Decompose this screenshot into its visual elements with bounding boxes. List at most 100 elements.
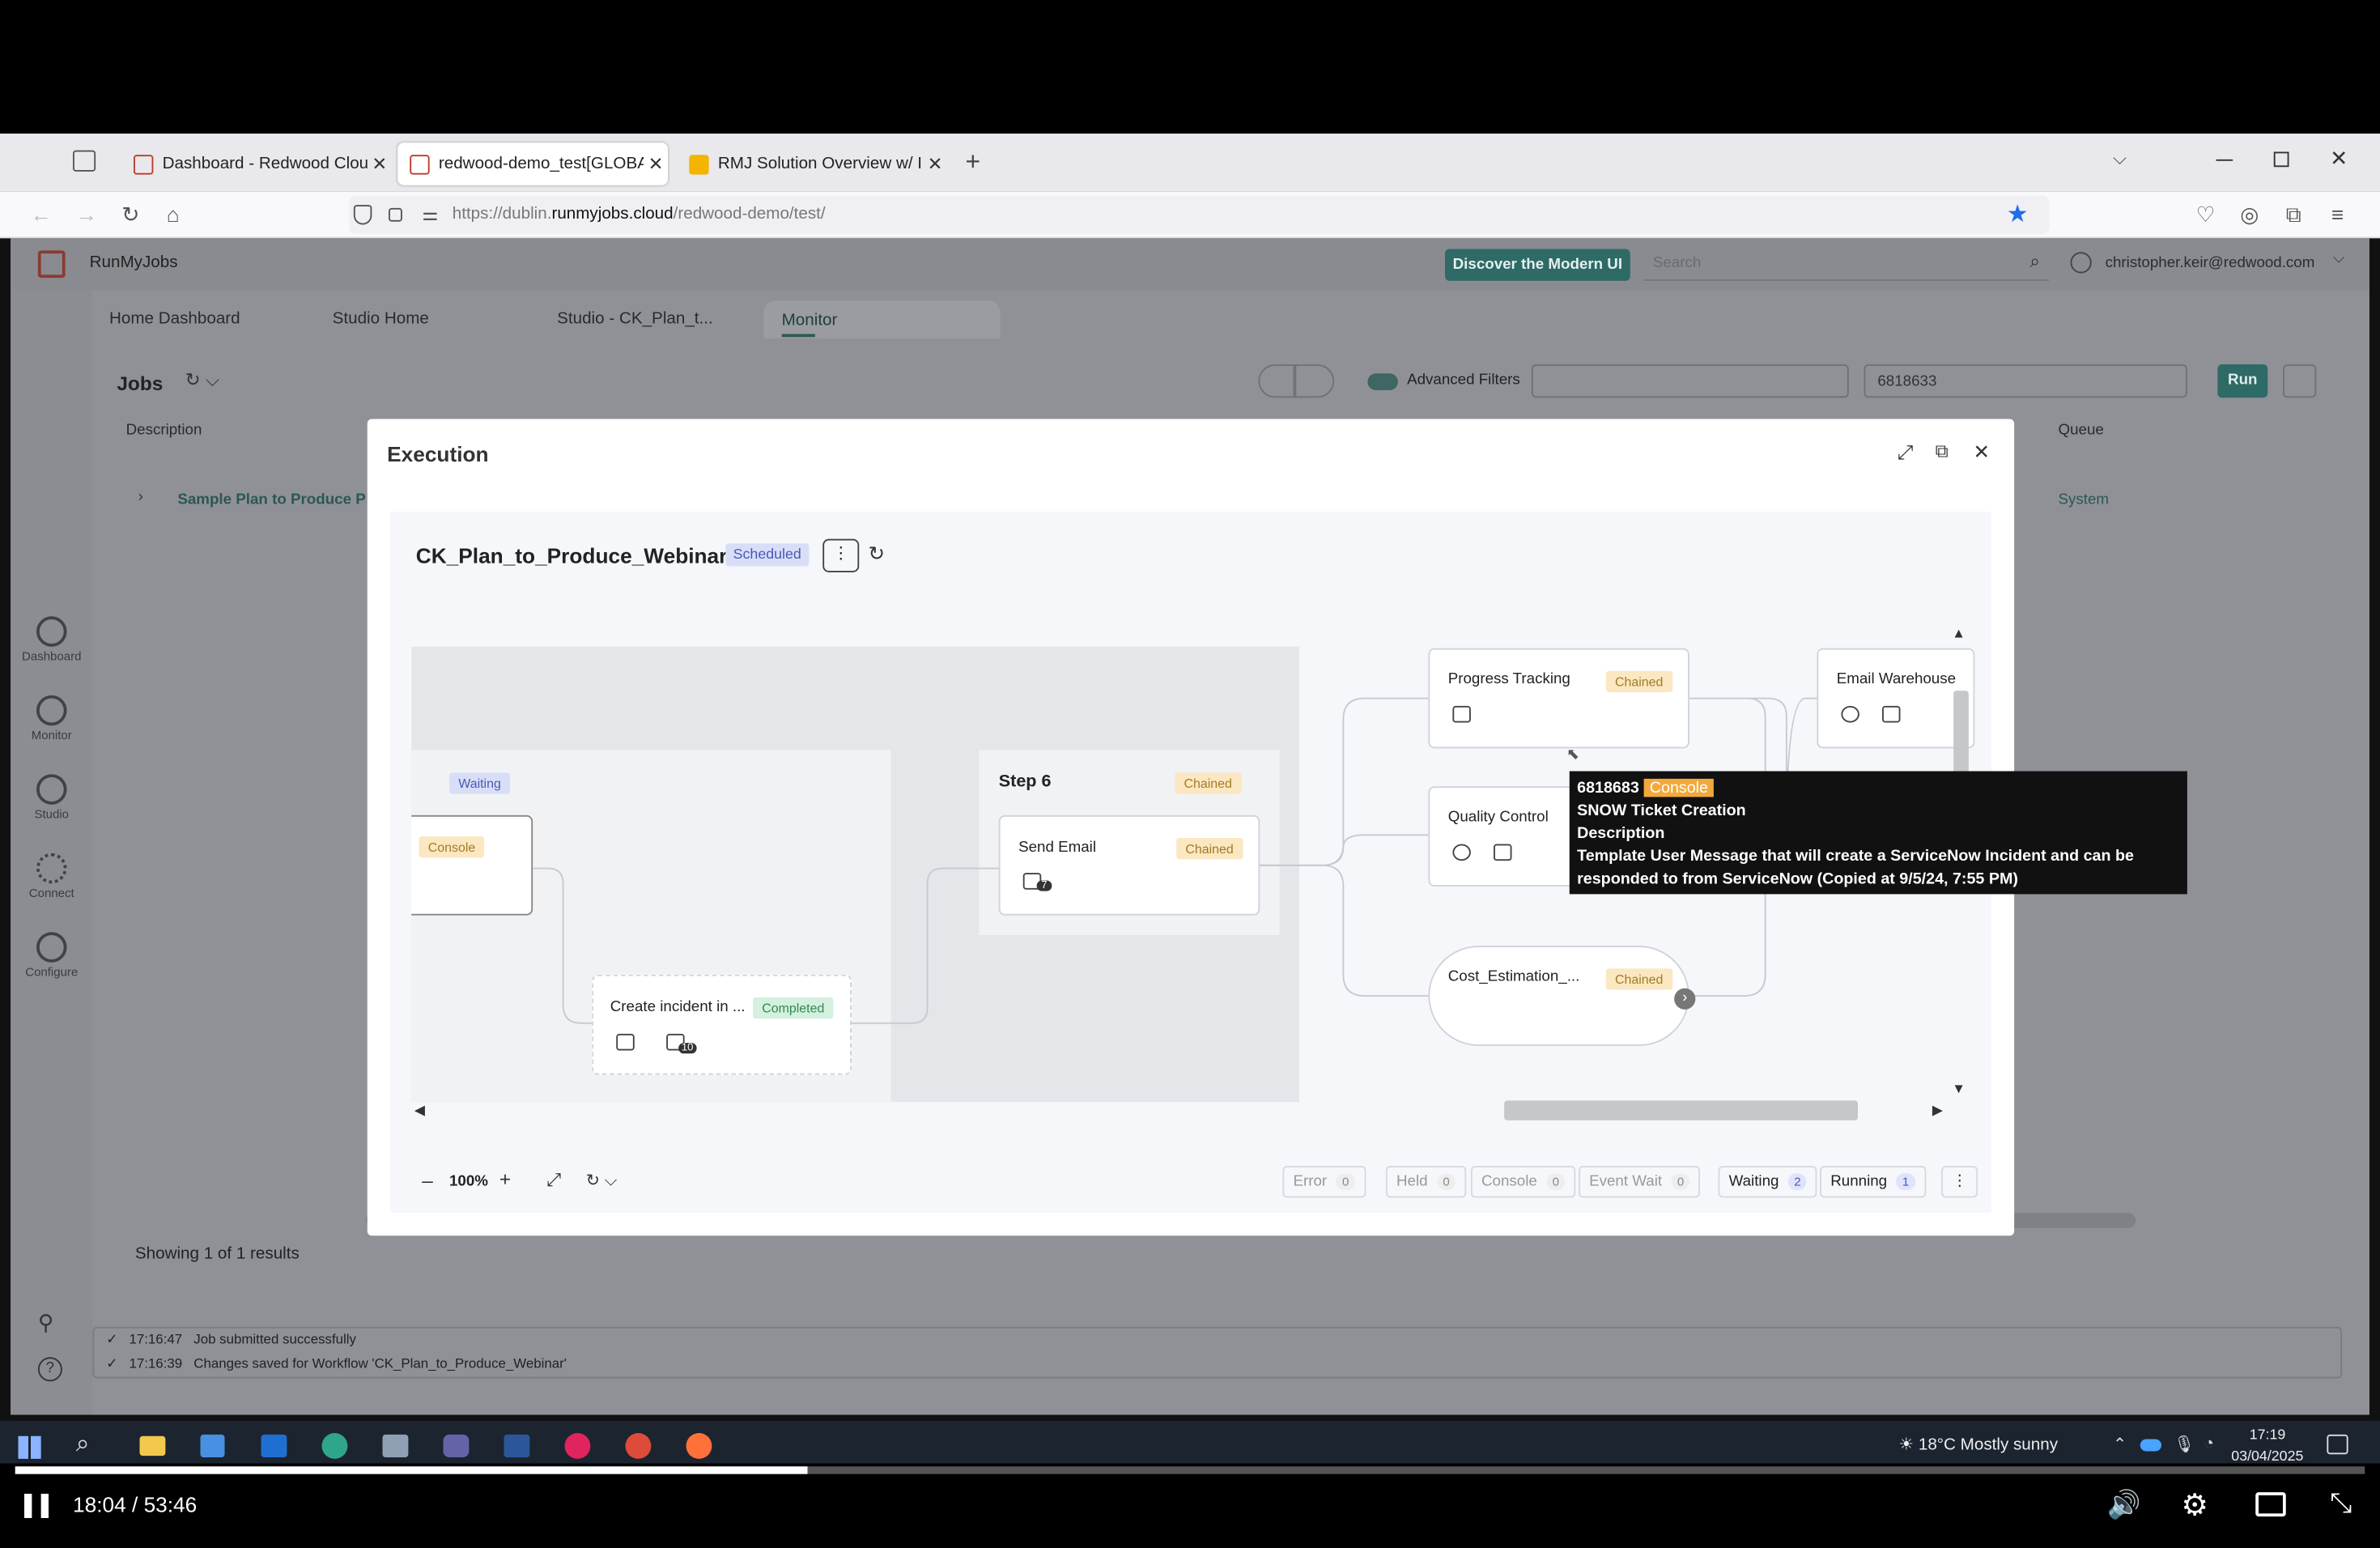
volume-icon[interactable]: 🔊 [2107,1489,2141,1520]
diagram-scroll-up-icon[interactable]: ▲ [1952,626,1966,641]
open-external-icon[interactable]: ⧉ [1936,440,1949,463]
browser-tab-redwood-demo[interactable]: redwood-demo_test[GLOBAL] ✕ [397,142,668,185]
tab-studio-home[interactable]: Studio Home [333,310,429,329]
job-filter-input[interactable]: 6818633 [1864,364,2187,398]
tracking-shield-icon[interactable] [353,205,372,225]
status-filter-held[interactable]: Held 0 [1385,1166,1467,1198]
send-email-node[interactable]: Send Email Chained 7 [998,814,1260,916]
browser-tab-dashboard[interactable]: Dashboard - Redwood Cloud ✕ [121,142,392,185]
status-filter-running[interactable]: Running 1 [1820,1166,1926,1198]
workflow-more-button[interactable]: ⋮ [822,538,860,572]
export-icon[interactable] [2283,364,2317,398]
app-icon[interactable] [382,1434,409,1457]
diagram-vertical-scrollbar[interactable] [1953,691,1969,775]
sidenav-connect[interactable]: Connect [11,853,92,900]
firefox-icon[interactable] [686,1433,712,1459]
run-button[interactable]: Run [2217,364,2268,398]
clock-date[interactable]: 03/04/2025 [2231,1448,2303,1465]
forward-icon[interactable]: → [73,201,100,228]
menu-icon[interactable]: ≡ [2324,201,2352,228]
jobs-refresh-icon[interactable]: ↻ ⌵ [185,369,219,392]
slack-icon[interactable] [564,1433,591,1459]
reload-icon[interactable]: ↻ [117,201,144,228]
fit-view-icon[interactable]: ⤢ [546,1169,561,1192]
chrome-icon[interactable] [625,1433,652,1459]
microphone-icon[interactable]: 🎙 [2174,1435,2195,1455]
settings-gear-icon[interactable]: ⚙ [2181,1486,2208,1525]
status-more-button[interactable]: ⋮ [1941,1166,1978,1198]
workflow-refresh-icon[interactable]: ↻ [869,542,885,566]
diagram-horizontal-scrollbar[interactable] [1504,1100,1858,1121]
sidenav-monitor[interactable]: Monitor [11,695,92,742]
picture-in-picture-icon[interactable] [2255,1492,2286,1517]
url-bar[interactable]: ⚌ https://dublin.runmyjobs.cloud/redwood… [349,195,2050,234]
onedrive-icon[interactable] [2140,1439,2161,1452]
search-icon[interactable]: ⌕ [76,1431,90,1459]
pin-icon[interactable]: ⚲ [38,1310,53,1336]
email-warehouse-node[interactable]: Email Warehouse [1817,648,1975,749]
close-tab-icon[interactable]: ✕ [923,153,947,174]
diagram-scroll-left-icon[interactable]: ◀ [414,1102,425,1119]
close-window-icon[interactable]: ✕ [2330,146,2348,172]
close-tab-icon[interactable]: ✕ [644,153,668,174]
browser-tab-rmj-overview[interactable]: RMJ Solution Overview w/ Insig ✕ [677,142,947,185]
row-description[interactable]: Sample Plan to Produce P [177,492,365,509]
lock-icon[interactable] [389,207,402,222]
discover-modern-ui-button[interactable]: Discover the Modern UI [1445,249,1630,281]
extensions-icon[interactable]: ⧉ [2280,201,2307,228]
tray-chevron-icon[interactable]: ⌃ [2113,1435,2127,1455]
create-incident-node[interactable]: Create incident in ... Completed 10 [592,974,852,1075]
edge-icon[interactable] [321,1433,348,1459]
sidenav-dashboard[interactable]: Dashboard [11,616,92,663]
tab-studio-ck-plan[interactable]: Studio - CK_Plan_t... [557,310,713,329]
account-icon[interactable]: ◎ [2236,201,2263,228]
close-tab-icon[interactable]: ✕ [368,153,392,174]
tab-list-icon[interactable] [73,150,96,172]
console-job-node[interactable]: Console [411,814,533,916]
store-icon[interactable] [200,1434,225,1457]
tab-home-dashboard[interactable]: Home Dashboard [109,310,240,329]
user-email[interactable]: christopher.keir@redwood.com [2106,255,2315,272]
help-icon[interactable]: ? [37,1357,62,1382]
cost-estimation-node[interactable]: Cost_Estimation_... Chained › [1428,946,1696,1046]
minimize-window-icon[interactable] [2216,159,2233,161]
zoom-in-button[interactable]: + [499,1167,511,1190]
new-tab-icon[interactable]: + [966,147,981,178]
clock-time[interactable]: 17:19 [2250,1427,2286,1444]
back-icon[interactable]: ← [28,201,55,228]
diagram-scroll-down-icon[interactable]: ▼ [1952,1081,1966,1096]
pause-icon[interactable] [24,1494,49,1518]
expand-node-icon[interactable]: › [1674,988,1696,1010]
row-queue[interactable]: System [2059,492,2110,509]
status-filter-event-wait[interactable]: Event Wait 0 [1579,1166,1701,1198]
notifications-icon[interactable] [2327,1434,2348,1455]
word-icon[interactable] [504,1434,530,1457]
status-filter-console[interactable]: Console 0 [1470,1166,1576,1198]
user-icon[interactable] [2070,252,2092,274]
auto-refresh-icon[interactable]: ↻ ⌵ [586,1171,618,1192]
site-permissions-icon[interactable]: ⚌ [422,203,438,224]
exit-fullscreen-icon[interactable]: ⤡ [2330,1488,2352,1520]
wifi-icon[interactable]: ◔ [2204,1435,2214,1453]
zoom-out-button[interactable]: – [422,1169,433,1192]
view-table-button[interactable] [1294,364,1335,398]
windows-start-icon[interactable] [18,1435,41,1459]
advanced-filters-toggle[interactable] [1367,373,1398,390]
view-tree-button[interactable] [1258,364,1295,398]
tab-monitor[interactable]: Monitor [763,300,1001,339]
filter-dropdown[interactable] [1531,364,1849,398]
app-search-field[interactable]: Search ⌕ [1643,248,2050,281]
url-text[interactable]: https://dublin.runmyjobs.cloud/redwood-d… [453,205,826,223]
tab-overflow-chevron-icon[interactable]: ⌵ [2113,147,2127,170]
file-explorer-icon[interactable] [139,1435,166,1457]
outlook-icon[interactable] [261,1434,287,1457]
row-expand-icon[interactable]: › [138,489,143,506]
progress-tracking-node[interactable]: Progress Tracking Chained [1428,648,1689,749]
teams-icon[interactable] [443,1434,470,1457]
home-icon[interactable]: ⌂ [159,201,187,228]
weather-widget[interactable]: ☀ 18°C Mostly sunny [1899,1435,2058,1455]
diagram-scroll-right-icon[interactable]: ▶ [1932,1102,1943,1119]
sidenav-studio[interactable]: Studio [11,774,92,821]
pocket-icon[interactable]: ♡ [2192,201,2220,228]
user-menu-chevron-icon[interactable]: ⌵ [2333,250,2344,267]
